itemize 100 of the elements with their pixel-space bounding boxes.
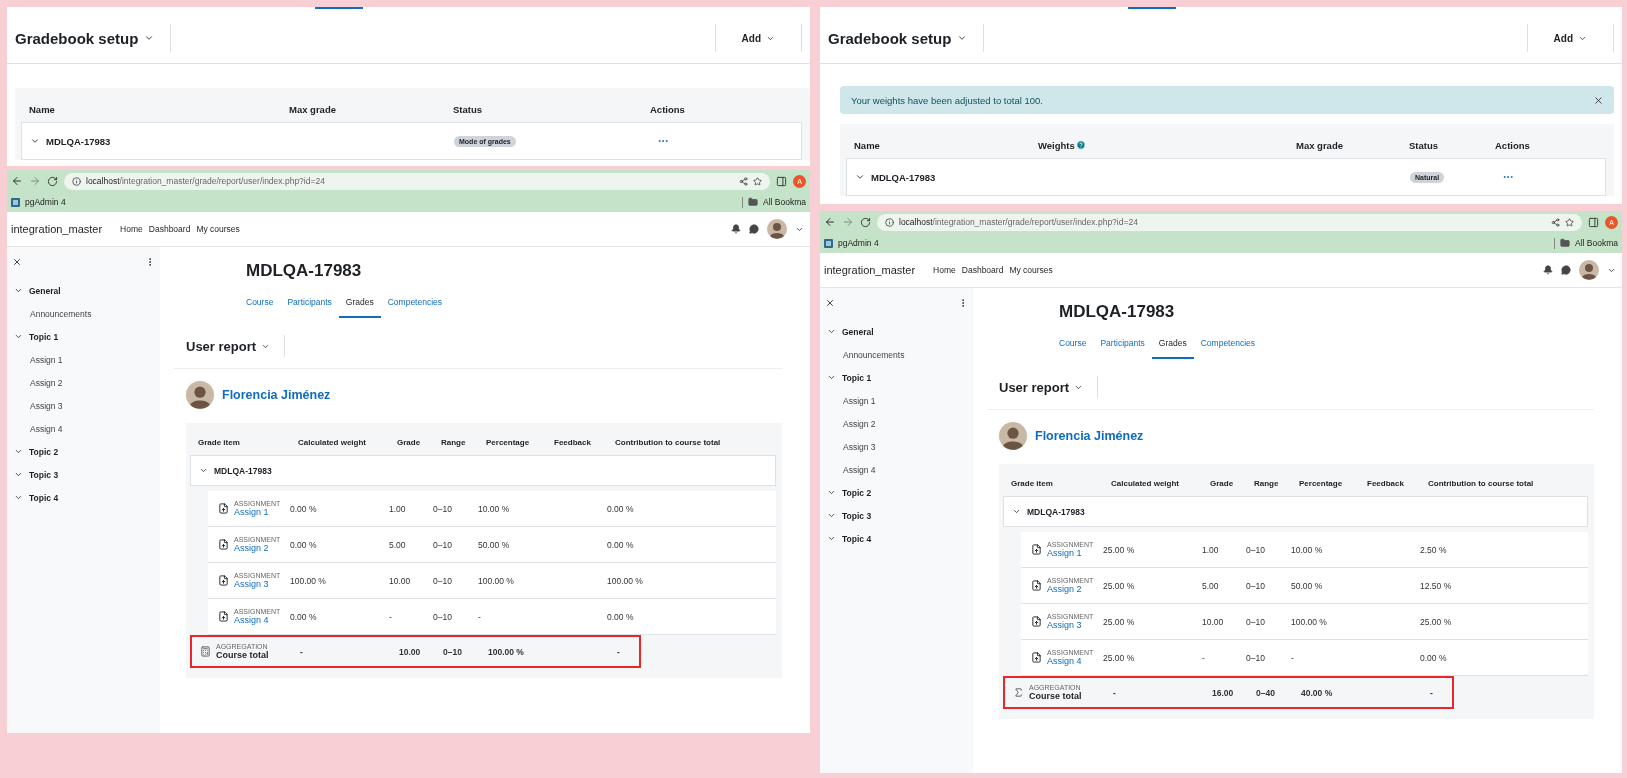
chevron-down-icon[interactable]	[199, 466, 208, 475]
assignment-link[interactable]: Assign 4	[1047, 656, 1094, 666]
reload-icon[interactable]	[860, 216, 871, 228]
info-icon[interactable]	[72, 176, 81, 186]
assignment-link[interactable]: Assign 1	[1047, 548, 1094, 558]
site-name[interactable]: integration_master	[824, 264, 916, 276]
table-cell-text: 0–10	[433, 575, 453, 586]
course-tab[interactable]: Grades	[338, 291, 381, 318]
section-toggle[interactable]: Topic 2	[12, 440, 155, 463]
bookmark-link[interactable]: pgAdmin 4	[25, 197, 66, 207]
chat-icon[interactable]	[749, 224, 759, 234]
assignment-link[interactable]: Assign 4	[234, 615, 281, 625]
activity-link[interactable]: Assign 3	[12, 394, 63, 417]
gradebook-setup-select[interactable]: Gradebook setup	[828, 24, 985, 52]
section-toggle[interactable]: Topic 4	[825, 527, 968, 550]
table-cell-text: 0.00 %	[290, 503, 318, 514]
bookmark-link[interactable]: pgAdmin 4	[838, 238, 879, 248]
chat-icon[interactable]	[1561, 265, 1571, 275]
assignment-link[interactable]: Assign 2	[1047, 584, 1094, 594]
add-button[interactable]: Add	[1526, 24, 1614, 52]
gradebook-setup-select[interactable]: Gradebook setup	[15, 24, 172, 52]
side-panel-icon[interactable]	[776, 175, 787, 187]
side-panel-icon[interactable]	[1588, 216, 1599, 228]
activity-link[interactable]: Announcements	[825, 343, 905, 366]
back-icon[interactable]	[824, 216, 836, 228]
close-icon[interactable]	[825, 298, 835, 308]
all-bookmarks-link[interactable]: All Bookma	[763, 197, 806, 207]
address-bar[interactable]: localhost/integration_master/grade/report/user/index.php?id=24	[64, 172, 770, 190]
section-toggle[interactable]: Topic 3	[825, 504, 968, 527]
table-cell-text: -	[1113, 687, 1117, 698]
course-tab[interactable]: Course	[1052, 332, 1094, 359]
activity-link[interactable]: Assign 1	[825, 389, 876, 412]
nav-link[interactable]: Home	[933, 265, 956, 275]
user-avatar-icon	[186, 381, 214, 409]
activity-link[interactable]: Assign 2	[825, 412, 876, 435]
section-toggle[interactable]: Topic 3	[12, 463, 155, 486]
activity-link[interactable]: Announcements	[12, 302, 92, 325]
section-toggle[interactable]: General	[12, 279, 155, 302]
user-name-link[interactable]: Florencia Jiménez	[1035, 429, 1144, 443]
column-header: Name	[29, 103, 56, 115]
column-header: Grade item	[198, 437, 241, 447]
back-icon[interactable]	[11, 175, 23, 187]
help-icon[interactable]	[1075, 140, 1086, 150]
chevron-down-icon[interactable]	[1012, 507, 1021, 516]
section-toggle[interactable]: General	[825, 320, 968, 343]
nav-link[interactable]: Dashboard	[961, 265, 1004, 275]
activity-link[interactable]: Assign 3	[825, 435, 876, 458]
assignment-link[interactable]: Assign 1	[234, 507, 281, 517]
file-upload-icon	[1031, 652, 1042, 663]
star-icon[interactable]	[1565, 217, 1574, 227]
bell-icon[interactable]	[731, 224, 741, 234]
section-toggle[interactable]: Topic 2	[825, 481, 968, 504]
share-icon[interactable]	[739, 176, 748, 186]
info-icon[interactable]	[885, 217, 894, 227]
user-name-link[interactable]: Florencia Jiménez	[222, 388, 331, 402]
all-bookmarks-link[interactable]: All Bookma	[1575, 238, 1618, 248]
column-header: Contribution to course total	[1428, 478, 1535, 488]
file-upload-icon	[218, 575, 229, 586]
address-bar[interactable]: localhost/integration_master/grade/report/user/index.php?id=24	[877, 213, 1582, 231]
column-header: Feedback	[1367, 478, 1405, 488]
course-tab[interactable]: Grades	[1151, 332, 1194, 359]
activity-link[interactable]: Assign 1	[12, 348, 63, 371]
site-name[interactable]: integration_master	[11, 223, 103, 235]
report-select[interactable]: User report	[174, 335, 286, 357]
assignment-link[interactable]: Assign 3	[1047, 620, 1094, 630]
star-icon[interactable]	[753, 176, 762, 186]
course-tab[interactable]: Course	[239, 291, 281, 318]
section-toggle[interactable]: Topic 4	[12, 486, 155, 509]
activity-link[interactable]: Assign 4	[825, 458, 876, 481]
table-cell-text: 5.00	[1202, 580, 1220, 591]
chevron-down-icon[interactable]	[30, 136, 40, 146]
course-tab[interactable]: Participants	[280, 291, 339, 318]
assignment-link[interactable]: Assign 3	[234, 579, 281, 589]
nav-link[interactable]: My courses	[196, 224, 240, 234]
close-icon[interactable]	[12, 257, 22, 267]
table-cell-text: 0–10	[1246, 616, 1266, 627]
table-cell-text: 25.00 %	[1420, 616, 1453, 627]
course-tab[interactable]: Competencies	[380, 291, 450, 318]
table-cell-text: 1.00	[1202, 544, 1220, 555]
nav-link[interactable]: My courses	[1009, 265, 1053, 275]
assignment-link[interactable]: Assign 2	[234, 543, 281, 553]
course-tab[interactable]: Participants	[1093, 332, 1152, 359]
bell-icon[interactable]	[1543, 265, 1553, 275]
column-header: Percentage	[486, 437, 531, 447]
reload-icon[interactable]	[47, 175, 58, 187]
section-toggle[interactable]: Topic 1	[825, 366, 968, 389]
chevron-down-icon[interactable]	[855, 172, 865, 182]
chevron-down-icon	[14, 493, 23, 502]
activity-link[interactable]: Assign 4	[12, 417, 63, 440]
add-button[interactable]: Add	[714, 24, 802, 52]
table-cell-text: 50.00 %	[478, 539, 511, 550]
report-select[interactable]: User report	[987, 376, 1099, 398]
column-header: Status	[1409, 139, 1440, 151]
share-icon[interactable]	[1551, 217, 1560, 227]
course-tab[interactable]: Competencies	[1193, 332, 1263, 359]
section-toggle[interactable]: Topic 1	[12, 325, 155, 348]
nav-link[interactable]: Dashboard	[148, 224, 191, 234]
close-button[interactable]	[1593, 94, 1604, 106]
nav-link[interactable]: Home	[120, 224, 143, 234]
activity-link[interactable]: Assign 2	[12, 371, 63, 394]
